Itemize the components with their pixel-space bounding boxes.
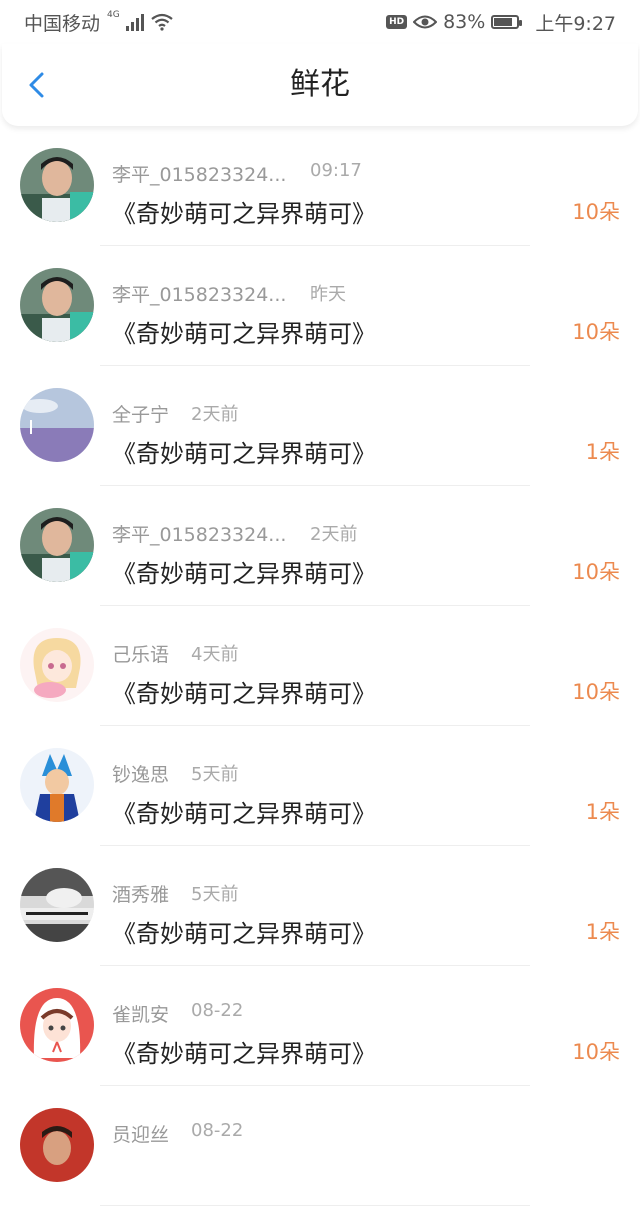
- nav-bar: 鲜花: [2, 44, 638, 126]
- list-item[interactable]: 李平_015823324... 09:17 《奇妙萌可之异界萌可》 10朵: [0, 126, 640, 246]
- flower-count: 1朵: [585, 920, 620, 944]
- status-right: HD 83% 上午9:27: [386, 9, 616, 36]
- avatar[interactable]: [20, 868, 94, 942]
- avatar[interactable]: [20, 148, 94, 222]
- user-name: 李平_015823324...: [112, 284, 287, 306]
- list-item[interactable]: 李平_015823324... 昨天《奇妙萌可之异界萌可》 10朵: [0, 246, 640, 366]
- avatar[interactable]: [20, 748, 94, 822]
- avatar[interactable]: [20, 268, 94, 342]
- hd-badge: HD: [386, 15, 408, 29]
- list-item[interactable]: 钞逸思 5天前《奇妙萌可之异界萌可》 1朵: [0, 726, 640, 846]
- user-name: 钞逸思: [112, 764, 170, 786]
- timestamp: 5天前: [191, 764, 239, 785]
- status-bar: 中国移动 4G HD 83% 上午9:27: [0, 0, 640, 44]
- list-item[interactable]: 己乐语 4天前《奇妙萌可之异界萌可》 10朵: [0, 606, 640, 726]
- list-item[interactable]: 李平_015823324... 2天前《奇妙萌可之异界萌可》 10朵: [0, 486, 640, 606]
- flower-count: 1朵: [585, 440, 620, 464]
- timestamp: 2天前: [191, 404, 239, 425]
- list-item[interactable]: 员迎丝 08-22: [0, 1086, 640, 1206]
- user-name: 己乐语: [112, 644, 170, 666]
- user-name: 李平_015823324...: [112, 164, 287, 186]
- avatar[interactable]: [20, 988, 94, 1062]
- battery-percent: 83%: [443, 11, 486, 33]
- timestamp: 2天前: [310, 524, 358, 545]
- list-item[interactable]: 全子宁 2天前《奇妙萌可之异界萌可》 1朵: [0, 366, 640, 486]
- user-name: 李平_015823324...: [112, 524, 287, 546]
- book-title: 《奇妙萌可之异界萌可》: [112, 800, 376, 828]
- avatar[interactable]: [20, 508, 94, 582]
- timestamp: 08-22: [191, 1000, 244, 1021]
- timestamp: 4天前: [191, 644, 239, 665]
- flower-count: 10朵: [572, 320, 620, 344]
- carrier-label: 中国移动: [24, 12, 101, 35]
- flower-count: 10朵: [572, 200, 620, 224]
- avatar[interactable]: [20, 388, 94, 462]
- avatar[interactable]: [20, 1108, 94, 1182]
- user-name: 酒秀雅: [112, 884, 170, 906]
- user-name: 员迎丝: [112, 1124, 170, 1146]
- signal-icon: [125, 13, 144, 31]
- flower-count: 10朵: [572, 680, 620, 704]
- book-title: 《奇妙萌可之异界萌可》: [112, 200, 376, 228]
- book-title: 《奇妙萌可之异界萌可》: [112, 320, 376, 348]
- list-item[interactable]: 酒秀雅 5天前《奇妙萌可之异界萌可》 1朵: [0, 846, 640, 966]
- book-title: 《奇妙萌可之异界萌可》: [112, 920, 376, 948]
- book-title: 《奇妙萌可之异界萌可》: [112, 440, 376, 468]
- flower-count: 10朵: [572, 1040, 620, 1064]
- user-name: 雀凯安: [112, 1004, 170, 1026]
- timestamp: 09:17: [310, 160, 362, 181]
- avatar[interactable]: [20, 628, 94, 702]
- book-title: 《奇妙萌可之异界萌可》: [112, 680, 376, 708]
- book-title: 《奇妙萌可之异界萌可》: [112, 1040, 376, 1068]
- timestamp: 昨天: [310, 284, 346, 305]
- flower-count: 1朵: [585, 800, 620, 824]
- user-name: 全子宁: [112, 404, 170, 426]
- list-item[interactable]: 雀凯安 08-22 《奇妙萌可之异界萌可》 10朵: [0, 966, 640, 1086]
- status-left: 中国移动 4G: [24, 9, 174, 36]
- clock: 上午9:27: [535, 12, 616, 35]
- timestamp: 5天前: [191, 884, 239, 905]
- page-title: 鲜花: [290, 67, 350, 102]
- flower-list: 李平_015823324... 09:17 《奇妙萌可之异界萌可》 10朵 李平_015…: [0, 126, 640, 1206]
- eye-icon: [413, 15, 438, 29]
- network-type: 4G: [107, 10, 120, 20]
- book-title: 《奇妙萌可之异界萌可》: [112, 560, 376, 588]
- battery-icon: [491, 15, 523, 29]
- flower-count: 10朵: [572, 560, 620, 584]
- wifi-icon: [151, 13, 173, 31]
